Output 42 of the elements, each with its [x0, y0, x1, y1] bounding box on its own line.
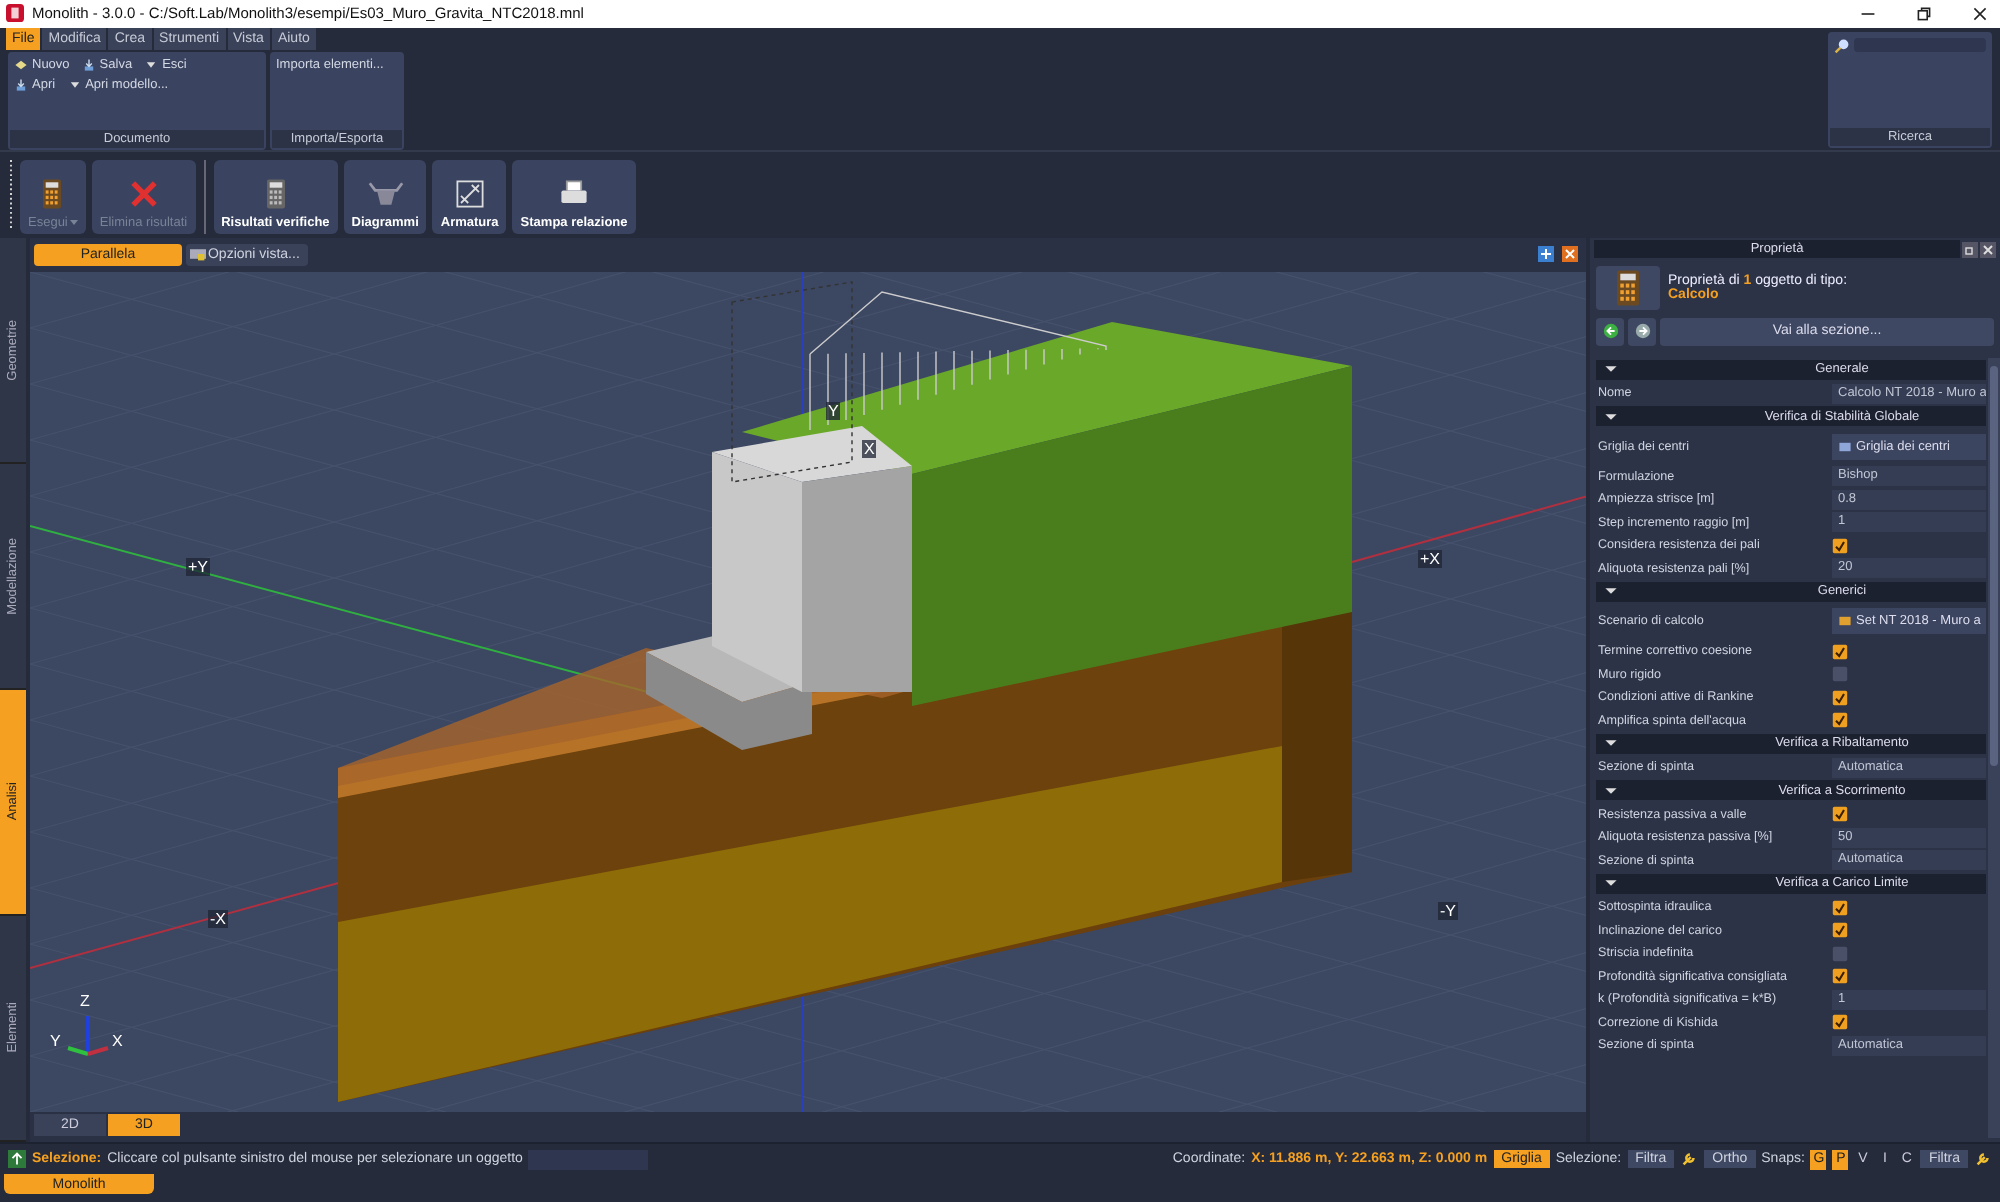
axis-label: X [111, 1031, 123, 1050]
download-icon [81, 58, 96, 73]
scrollbar[interactable] [1988, 357, 2000, 1138]
add-icon[interactable] [1538, 246, 1554, 263]
checkbox[interactable] [1832, 806, 1848, 823]
collapse-icon [1604, 586, 1618, 597]
collapse-icon [1604, 364, 1618, 375]
restore-icon[interactable] [1916, 5, 1932, 22]
checkbox[interactable] [1832, 689, 1848, 706]
collapse-icon [1604, 878, 1618, 889]
up-arrow-icon[interactable] [8, 1150, 26, 1169]
back-button[interactable] [1596, 317, 1624, 346]
checkbox[interactable] [1832, 537, 1848, 554]
checkbox[interactable] [1832, 1014, 1848, 1031]
checkbox[interactable] [1832, 968, 1848, 985]
checkbox[interactable] [1832, 712, 1848, 729]
wrench-icon[interactable] [1680, 1150, 1699, 1169]
axis-label: +X [1417, 549, 1442, 568]
close-icon[interactable] [1972, 5, 1988, 22]
checkbox[interactable] [1832, 643, 1848, 660]
download-icon [14, 78, 28, 93]
axis-label: +Y [185, 557, 210, 576]
calculator-icon [1596, 265, 1660, 310]
collapse-icon [1604, 738, 1618, 749]
axis-label: Y [49, 1031, 61, 1050]
forward-button[interactable] [1628, 317, 1656, 346]
wrench-icon[interactable] [1974, 1150, 1992, 1169]
axis-label: -X [207, 909, 228, 928]
grip-icon [8, 159, 14, 228]
view-options-icon [189, 246, 206, 263]
restore-icon[interactable] [1962, 241, 1978, 258]
caret-icon [67, 78, 82, 93]
axis-label: -Y [1437, 901, 1458, 920]
checkbox[interactable] [1832, 666, 1848, 683]
search-icon [1834, 38, 1850, 55]
collapse-icon [1604, 411, 1618, 422]
checkbox[interactable] [1832, 922, 1848, 939]
axis-label: Z [79, 991, 90, 1010]
caret-icon [144, 58, 159, 73]
collapse-icon [1604, 785, 1618, 796]
checkbox[interactable] [1832, 899, 1848, 916]
checkbox[interactable] [1832, 945, 1848, 962]
